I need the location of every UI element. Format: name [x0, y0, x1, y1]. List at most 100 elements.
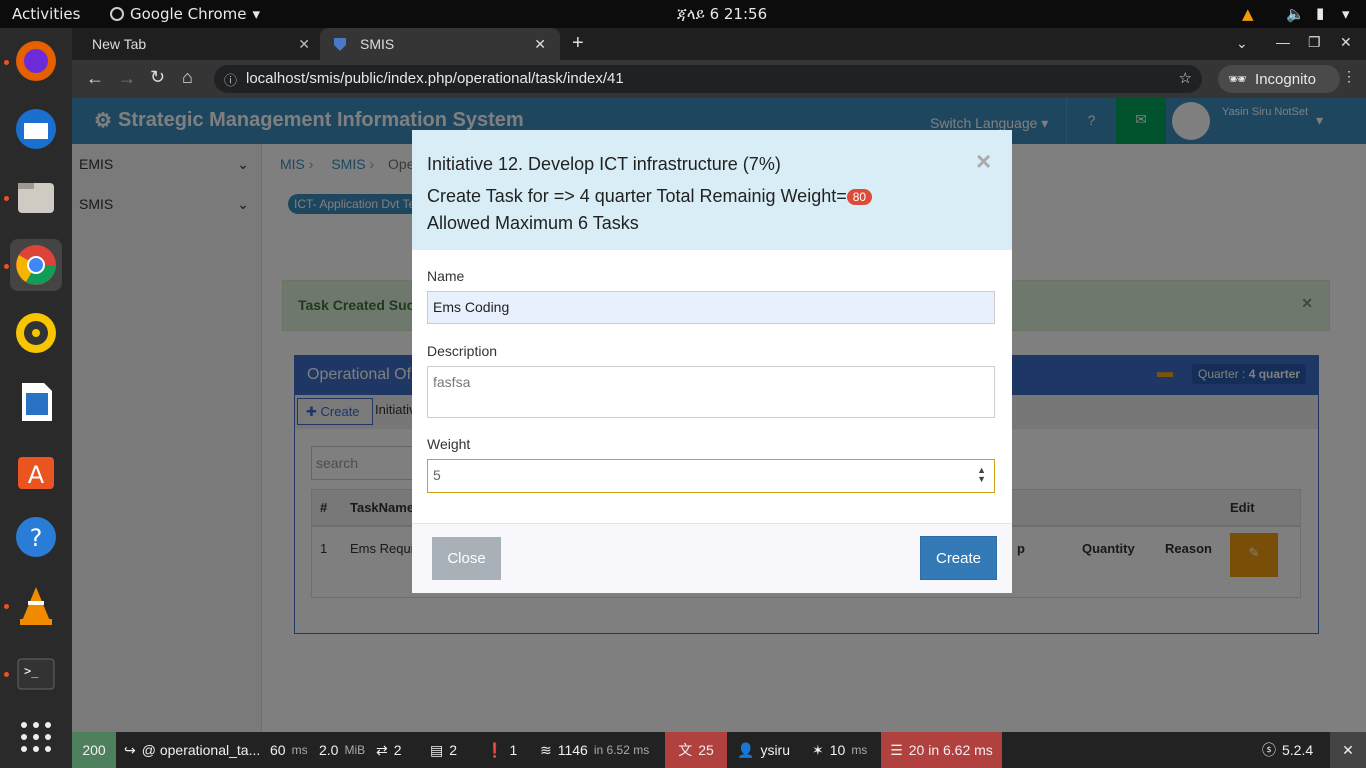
svg-text:?: ?	[30, 524, 43, 552]
thunderbird-icon[interactable]	[10, 103, 62, 155]
tab-label: SMIS	[360, 36, 395, 52]
modal-subtitle: Create Task for => 4 quarter Total Remai…	[427, 186, 997, 207]
app-menu-label: Google Chrome	[130, 5, 247, 23]
forms-icon: ⇄	[376, 741, 388, 758]
cache-unit: in 6.52 ms	[593, 743, 650, 757]
chrome-small-icon	[110, 7, 124, 21]
close-icon[interactable]: ✕	[534, 36, 546, 53]
profile-label: Incognito	[1255, 70, 1316, 88]
symfony-debug-toolbar: 200 ↪ @ operational_ta... 60 ms 2.0 MiB ⇄ 2 …	[72, 732, 1366, 768]
toolbar-close-icon[interactable]: ✕	[1330, 732, 1366, 768]
tab-smis[interactable]: SMIS ✕	[320, 28, 560, 60]
smis-favicon-icon	[334, 38, 346, 51]
tab-new-tab[interactable]: New Tab ✕	[72, 28, 318, 60]
home-icon[interactable]: ⌂	[182, 67, 193, 88]
incognito-profile-button[interactable]: 🕶 Incognito	[1218, 65, 1340, 93]
chrome-menu-icon[interactable]: ⋮	[1342, 68, 1356, 85]
back-icon[interactable]: ←	[86, 68, 104, 89]
description-textarea[interactable]: fasfsa	[427, 366, 995, 418]
modal-close-icon[interactable]: ×	[976, 146, 991, 177]
rhythmbox-icon[interactable]	[10, 307, 62, 359]
volume-icon[interactable]: 🔈	[1286, 5, 1305, 23]
system-menu-icon[interactable]: ▾	[1342, 5, 1350, 23]
modal-header: Initiative 12. Develop ICT infrastructur…	[412, 130, 1012, 250]
number-spinner-icon[interactable]: ▲ ▼	[977, 466, 986, 484]
logs-count: 2	[449, 742, 458, 758]
writer-icon[interactable]	[10, 375, 62, 427]
close-icon[interactable]: ✕	[298, 36, 310, 53]
create-task-modal: Initiative 12. Develop ICT infrastructur…	[412, 130, 1012, 593]
create-button[interactable]: Create	[920, 536, 997, 580]
memory-unit: MiB	[344, 743, 366, 757]
dock: A ? >_	[0, 28, 72, 768]
forms-info[interactable]: ⇄ 2	[376, 732, 402, 768]
minimize-icon[interactable]: —	[1276, 34, 1290, 50]
terminal-icon[interactable]: >_	[10, 647, 62, 699]
route-info[interactable]: ↪ @ operational_ta...	[124, 732, 260, 768]
name-label: Name	[427, 268, 465, 284]
forward-icon[interactable]: →	[118, 68, 136, 89]
version-label: 5.2.4	[1282, 742, 1314, 758]
share-arrow-icon: ↪	[124, 741, 136, 758]
time-info[interactable]: 60 ms	[270, 732, 308, 768]
incognito-icon: 🕶	[1228, 71, 1248, 88]
new-tab-icon[interactable]: +	[572, 32, 584, 55]
tab-search-icon[interactable]: ⌄	[1236, 35, 1248, 52]
status-code[interactable]: 200	[72, 732, 116, 768]
help-icon[interactable]: ?	[10, 511, 62, 563]
time-unit: ms	[291, 743, 308, 757]
reload-icon[interactable]: ↻	[150, 67, 165, 88]
name-field[interactable]: Ems Coding	[427, 291, 995, 324]
svg-text:>_: >_	[24, 664, 39, 678]
user-info[interactable]: 👤 ysiru	[737, 732, 790, 768]
symfony-logo-icon: ⓢ	[1262, 742, 1276, 758]
symfony-version[interactable]: ⓢ 5.2.4	[1262, 732, 1313, 768]
clock[interactable]: ጃላይ 6 21:56	[677, 5, 767, 23]
address-bar[interactable]: ⓘ localhost/smis/public/index.php/operat…	[214, 65, 1202, 93]
files-icon[interactable]	[10, 171, 62, 223]
window-close-icon[interactable]: ✕	[1340, 34, 1352, 51]
browser-tab-bar: New Tab ✕ SMIS ✕ + ⌄ — ❐ ✕	[72, 28, 1366, 60]
vlc-tray-icon[interactable]: ▲	[1242, 5, 1254, 23]
twig-unit: ms	[851, 743, 868, 757]
route-label: @ operational_ta...	[141, 742, 261, 758]
software-icon[interactable]: A	[10, 443, 62, 495]
remaining-weight-badge: 80	[846, 189, 873, 206]
system-top-bar: Activities Google Chrome ▾ ጃላይ 6 21:56 ▲…	[0, 0, 1366, 28]
logs-info[interactable]: ▤ 2	[430, 732, 457, 768]
firefox-icon[interactable]	[10, 35, 62, 87]
database-info[interactable]: ☰ 20 in 6.62 ms	[881, 732, 1002, 768]
warnings-count: 1	[509, 742, 518, 758]
weight-value: 5	[433, 467, 441, 483]
twig-info[interactable]: ✶ 10 ms	[812, 732, 867, 768]
memory-info[interactable]: 2.0 MiB	[319, 732, 365, 768]
app-menu[interactable]: Google Chrome ▾	[110, 5, 260, 23]
cache-value: 1146	[557, 742, 588, 758]
time-value: 60	[270, 742, 286, 758]
db-label: 20 in 6.62 ms	[908, 742, 993, 758]
twig-value: 10	[829, 742, 846, 758]
chrome-icon[interactable]	[10, 239, 62, 291]
chevron-down-icon: ▾	[252, 5, 261, 23]
activities-button[interactable]: Activities	[12, 5, 80, 23]
warnings-info[interactable]: ❗ 1	[486, 732, 517, 768]
weight-label: Weight	[427, 436, 471, 452]
user-label: ysiru	[760, 742, 790, 758]
cache-info[interactable]: ≋ 1146 in 6.52 ms	[540, 732, 649, 768]
info-icon[interactable]: ⓘ	[224, 70, 237, 89]
person-icon: 👤	[737, 741, 755, 758]
app-grid-icon[interactable]	[10, 711, 62, 763]
exclamation-icon: ❗	[486, 741, 504, 758]
description-label: Description	[427, 343, 498, 359]
vlc-icon[interactable]	[10, 579, 62, 631]
close-button[interactable]: Close	[432, 537, 501, 580]
twig-icon: ✶	[812, 741, 824, 758]
translations-info[interactable]: 文 25	[665, 732, 727, 768]
allowed-tasks: Allowed Maximum 6 Tasks	[427, 213, 639, 234]
bookmark-star-icon[interactable]: ☆	[1179, 69, 1192, 87]
maximize-icon[interactable]: ❐	[1308, 34, 1321, 51]
svg-text:A: A	[28, 461, 45, 489]
weight-input[interactable]: 5 ▲ ▼	[427, 459, 995, 493]
modal-footer: Close Create	[412, 523, 1012, 593]
battery-icon[interactable]: ▮	[1316, 4, 1324, 22]
